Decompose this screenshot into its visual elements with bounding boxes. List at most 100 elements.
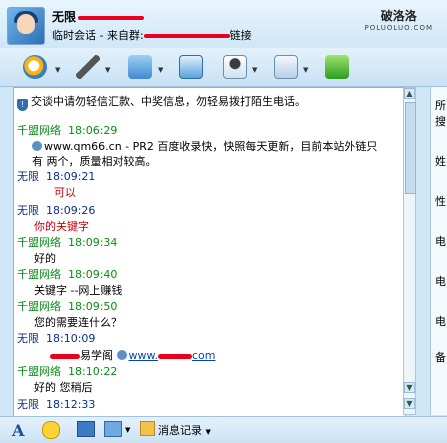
send-file-icon <box>128 55 152 79</box>
avatar-face <box>17 14 35 34</box>
contact-info-pane: 所 搜 姓 性 电 电 电 备 <box>430 87 447 415</box>
remote-assist-button[interactable] <box>176 54 206 80</box>
watermark: 破洛洛 POLUOLUO.COM <box>365 7 433 32</box>
message-line: 易学阁 <box>80 349 113 362</box>
message-line: 好的 您稍后 <box>34 381 93 394</box>
subtitle-suffix: 链接 <box>229 29 252 42</box>
message-time: 18:09:34 <box>68 236 118 249</box>
redacted-mark <box>78 15 145 20</box>
message-line: 你的关键字 <box>34 220 89 233</box>
message-line: 有 两个，质量相对较高。 <box>32 155 157 168</box>
chevron-down-icon[interactable]: ▼ <box>105 66 110 74</box>
shield-icon: ! <box>17 99 28 111</box>
send-file-button[interactable] <box>125 54 155 80</box>
session-subtitle: 临时会话 - 来自群: 链接 <box>52 27 252 43</box>
link-icon <box>32 141 42 151</box>
font-button[interactable]: A <box>12 421 24 440</box>
info-label: 备 <box>435 351 446 364</box>
history-label: 消息记录 <box>158 424 202 437</box>
message-header: 千盟网络 18:09:50 <box>17 298 117 314</box>
sender-name: 千盟网络 <box>17 300 61 313</box>
video-call-button[interactable] <box>20 54 50 80</box>
window-header: 无限 临时会话 - 来自群: 链接 破洛洛 POLUOLUO.COM <box>0 0 447 48</box>
chevron-down-icon[interactable]: ▼ <box>303 66 308 74</box>
scroll-down-icon[interactable]: ▼ <box>404 398 415 409</box>
chevron-down-icon[interactable]: ▼ <box>252 66 257 74</box>
chevron-down-icon[interactable]: ▼ <box>55 66 60 74</box>
message-header: 千盟网络 18:10:22 <box>17 363 117 379</box>
security-notice: ! 交谈中请勿轻信汇款、中奖信息，勿轻易拨打陌生电话。 <box>17 93 306 111</box>
message-line: 好的 <box>34 252 56 265</box>
message-time: 18:09:26 <box>46 204 96 217</box>
message-header: 千盟网络 18:09:40 <box>17 266 117 282</box>
message-link[interactable]: www. com <box>129 349 216 362</box>
notice-text: 交谈中请勿轻信汇款、中奖信息，勿轻易拨打陌生电话。 <box>31 95 306 108</box>
toolbar: ▼ ▼ ▼ ▼ ▼ <box>0 48 447 87</box>
chevron-down-icon[interactable]: ▼ <box>404 382 415 393</box>
add-contact-button[interactable] <box>322 54 352 80</box>
link-prefix: www. <box>128 349 158 362</box>
contact-name: 无限 <box>52 8 145 25</box>
message-time: 18:09:21 <box>46 170 96 183</box>
message-body: www.qm66.cn - PR2 百度收录快，快照每天更新，目前本站外链只 <box>32 138 377 154</box>
chevron-down-icon: ▼ <box>205 428 211 436</box>
message-time: 18:10:22 <box>68 365 118 378</box>
user-info-button[interactable] <box>220 54 250 80</box>
info-label: 性 <box>435 195 446 208</box>
message-time: 18:09:40 <box>68 268 118 281</box>
scroll-thumb[interactable] <box>405 102 416 194</box>
message-body: 您的需要连什么？ <box>34 314 122 330</box>
chat-scrollbar[interactable]: ▲ ▼ ▼ <box>403 87 416 415</box>
message-body: 可以 <box>54 184 76 200</box>
message-header: 无限 18:12:33 <box>17 396 95 412</box>
message-header: 无限 18:09:21 <box>17 168 95 184</box>
info-label: 电 <box>435 315 446 328</box>
subtitle-prefix: 临时会话 - 来自群: <box>52 29 144 42</box>
info-label: 电 <box>435 275 446 288</box>
user-info-icon <box>223 55 247 79</box>
chevron-down-icon[interactable]: ▼ <box>125 421 130 439</box>
redacted-group <box>143 34 230 38</box>
message-header: 千盟网络 18:06:29 <box>17 122 117 138</box>
sender-name: 无限 <box>17 170 39 183</box>
message-time: 18:12:33 <box>46 398 96 411</box>
video-call-icon <box>23 55 47 79</box>
history-icon <box>140 421 155 436</box>
remote-assist-icon <box>179 55 203 79</box>
watermark-main: 破洛洛 <box>380 9 417 23</box>
message-body: 有 两个，质量相对较高。 <box>32 153 157 169</box>
redacted-text <box>50 353 80 359</box>
contact-name-text: 无限 <box>52 10 77 24</box>
message-line: 可以 <box>54 186 76 199</box>
message-header: 千盟网络 18:09:34 <box>17 234 117 250</box>
info-label: 姓 <box>435 155 446 168</box>
message-line: 您的需要连什么？ <box>34 316 122 329</box>
sender-name: 无限 <box>17 332 39 345</box>
message-body: 易学阁 www. com <box>50 347 215 363</box>
sender-name: 无限 <box>17 204 39 217</box>
emoji-icon[interactable] <box>42 421 60 439</box>
chat-history[interactable]: ! 交谈中请勿轻信汇款、中奖信息，勿轻易拨打陌生电话。 千盟网络 18:06:29… <box>13 87 406 417</box>
screenshot-icon[interactable] <box>104 421 122 437</box>
history-button[interactable]: 消息记录 ▼ <box>140 421 211 439</box>
watermark-sub: POLUOLUO.COM <box>364 24 433 32</box>
chevron-down-icon[interactable]: ▼ <box>158 66 163 74</box>
message-header: 无限 18:10:09 <box>17 330 95 346</box>
message-time: 18:10:09 <box>46 332 96 345</box>
redacted-link <box>157 353 192 359</box>
message-time: 18:06:29 <box>68 124 118 137</box>
scroll-up-icon[interactable]: ▲ <box>404 88 415 99</box>
message-body: 好的 <box>34 250 56 266</box>
message-body: 你的关键字 <box>34 218 89 234</box>
message-body: 好的 您稍后 <box>34 379 93 395</box>
input-toolbar: A ▼ 消息记录 ▼ <box>0 416 447 443</box>
app-button[interactable] <box>271 54 301 80</box>
contact-avatar[interactable] <box>7 7 45 45</box>
voice-call-button[interactable] <box>73 54 103 80</box>
send-image-icon[interactable] <box>77 421 95 437</box>
voice-call-icon <box>76 55 100 79</box>
sender-name: 无限 <box>17 398 39 411</box>
message-time: 18:09:50 <box>68 300 118 313</box>
link-tail: com <box>191 349 216 362</box>
sender-name: 千盟网络 <box>17 365 61 378</box>
